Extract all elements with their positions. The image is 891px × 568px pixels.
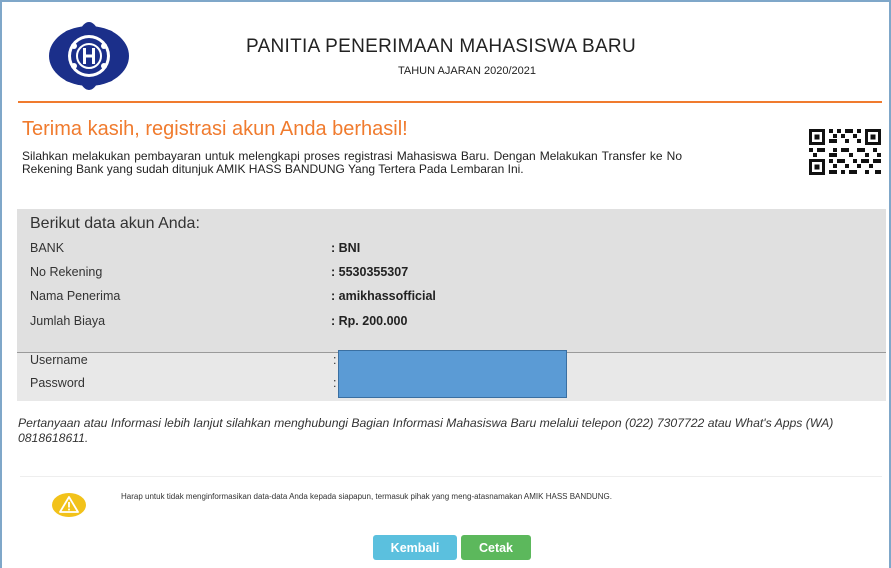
password-colon: : [333, 376, 337, 390]
redacted-credentials-box [338, 350, 567, 398]
contact-info-text: Pertanyaan atau Informasi lebih lanjut s… [18, 416, 834, 445]
university-seal-icon [34, 18, 144, 94]
success-heading: Terima kasih, registrasi akun Anda berha… [22, 118, 408, 140]
academic-year-subtitle: TAHUN AJARAN 2020/2021 [398, 65, 536, 77]
header-divider [18, 101, 882, 103]
amount-value: : Rp. 200.000 [331, 314, 408, 328]
username-label: Username [30, 353, 88, 367]
bank-value: : BNI [331, 241, 361, 255]
recipient-name-value: : amikhassofficial [331, 289, 436, 303]
section-divider [20, 476, 882, 477]
warning-icon [51, 492, 87, 518]
page-title: PANITIA PENERIMAAN MAHASISWA BARU [246, 36, 636, 57]
account-number-label: No Rekening [30, 265, 103, 279]
qr-code-icon [805, 126, 885, 178]
amount-label: Jumlah Biaya [30, 314, 106, 328]
payment-instructions: Silahkan melakukan pembayaran untuk mele… [22, 149, 682, 176]
recipient-name-label: Nama Penerima [30, 289, 121, 303]
warning-text: Harap untuk tidak menginformasikan data-… [121, 492, 612, 501]
username-colon: : [333, 353, 337, 367]
back-button[interactable]: Kembali [373, 535, 457, 560]
window-top-border [0, 0, 891, 2]
print-button[interactable]: Cetak [461, 535, 531, 560]
account-number-value: : 5530355307 [331, 265, 409, 279]
bank-label: BANK [30, 241, 65, 255]
account-data-heading: Berikut data akun Anda: [30, 215, 200, 232]
password-label: Password [30, 376, 85, 390]
window-left-border [0, 0, 2, 568]
